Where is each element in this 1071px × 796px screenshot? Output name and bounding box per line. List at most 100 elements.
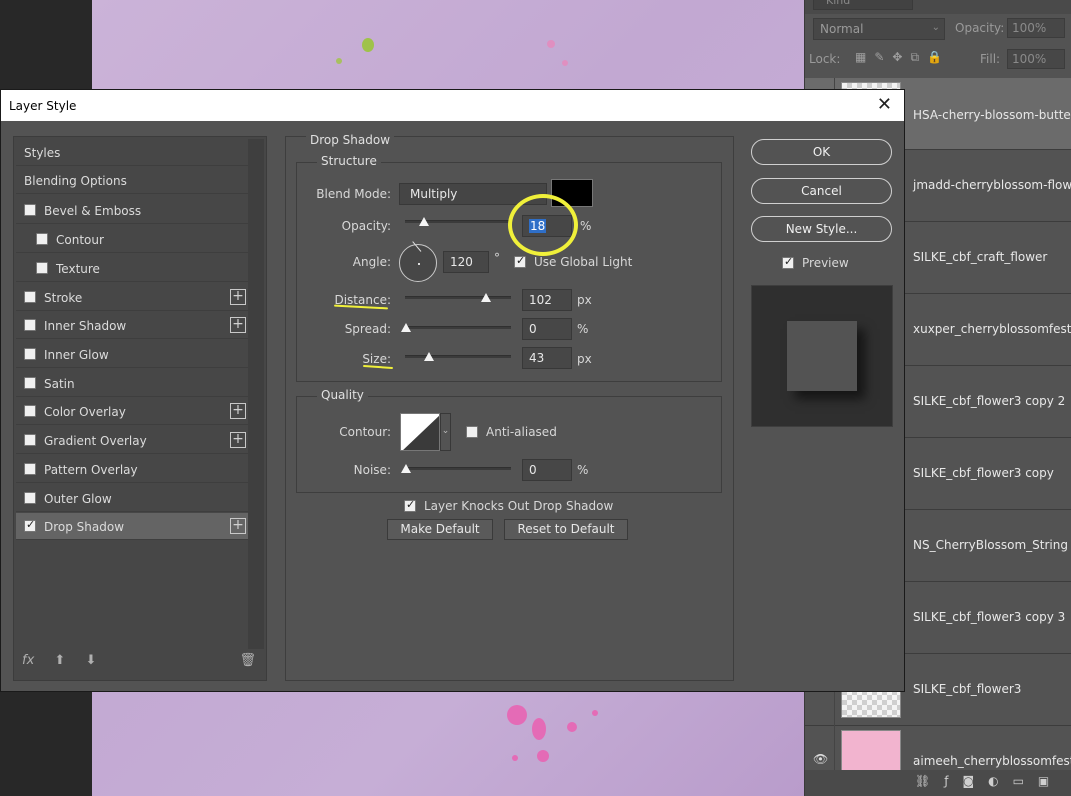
contour-label: Contour: (339, 425, 391, 439)
canvas-spot (512, 755, 518, 761)
layer-blend-mode-select[interactable]: Normal ⌄ (813, 18, 945, 40)
eye-icon[interactable]: 👁 (813, 752, 828, 766)
style-item-texture[interactable]: Texture (16, 255, 248, 282)
layers-action-icons[interactable]: ⛓ƒ◙◐▭▣ (915, 774, 1063, 788)
style-checkbox[interactable] (24, 348, 36, 360)
contour-thumbnail[interactable] (400, 413, 440, 451)
style-item-gradient-overlay[interactable]: Gradient Overlay + (16, 427, 248, 454)
distance-field[interactable]: 102 (522, 289, 572, 311)
lock-transparent-icon[interactable]: ▦ (855, 50, 874, 64)
canvas-spot (567, 722, 577, 732)
lock-icons[interactable]: ▦✎✥⧉🔒 (855, 50, 950, 65)
preview-checkbox[interactable] (782, 255, 794, 269)
style-checkbox[interactable] (24, 405, 36, 417)
style-checkbox[interactable] (24, 204, 36, 216)
style-checkbox[interactable] (24, 492, 36, 504)
fx-icon[interactable]: fx (22, 653, 34, 668)
style-item-satin[interactable]: Satin (16, 370, 248, 397)
layer-name: SILKE_cbf_flower3 (913, 682, 1022, 696)
style-checkbox[interactable] (24, 377, 36, 389)
opacity-slider[interactable] (405, 217, 511, 226)
quality-title: Quality (317, 388, 368, 402)
style-checkbox[interactable] (24, 463, 36, 475)
angle-dial[interactable] (399, 244, 437, 282)
style-checkbox[interactable] (24, 518, 36, 532)
style-item-drop-shadow[interactable]: Drop Shadow + (16, 513, 248, 540)
style-item-color-overlay[interactable]: Color Overlay + (16, 398, 248, 425)
style-item-outer-glow[interactable]: Outer Glow (16, 485, 248, 512)
trash-icon[interactable]: 🗑 (239, 653, 256, 668)
style-item-pattern-overlay[interactable]: Pattern Overlay (16, 456, 248, 483)
style-item-inner-glow[interactable]: Inner Glow (16, 341, 248, 368)
blend-mode-label: Blend Mode: (316, 187, 391, 201)
spread-slider-knob[interactable] (401, 323, 411, 332)
layer-name: SILKE_cbf_flower3 copy (913, 466, 1054, 480)
add-effect-icon[interactable]: + (230, 432, 246, 448)
layer-style-dialog: Layer Style ✕ Styles Blending Options Beve… (0, 89, 905, 692)
lock-paint-icon[interactable]: ✎ (874, 50, 892, 64)
layer-opacity-field[interactable]: 100% (1007, 18, 1065, 38)
canvas-spot (362, 38, 374, 52)
noise-slider[interactable] (401, 464, 511, 473)
styles-scrollbar[interactable] (248, 139, 264, 649)
add-effect-icon[interactable]: + (230, 403, 246, 419)
make-default-button[interactable]: Make Default (387, 519, 493, 540)
lock-all-icon[interactable]: 🔒 (927, 50, 950, 64)
noise-label: Noise: (353, 463, 391, 477)
angle-field[interactable]: 120 (443, 251, 489, 273)
add-effect-icon[interactable]: + (230, 317, 246, 333)
new-style-button[interactable]: New Style... (751, 216, 892, 242)
spread-field[interactable]: 0 (522, 318, 572, 340)
lock-label: Lock: (809, 52, 841, 66)
style-item-inner-shadow[interactable]: Inner Shadow + (16, 312, 248, 339)
opacity-label: Opacity: (341, 219, 391, 233)
spread-unit: % (577, 322, 589, 336)
layer-name: SILKE_cbf_craft_flower (913, 250, 1048, 264)
anti-aliased-checkbox[interactable] (466, 426, 478, 438)
global-light-checkbox[interactable] (514, 254, 526, 268)
style-item-blending-options[interactable]: Blending Options (16, 167, 248, 194)
opacity-slider-knob[interactable] (419, 217, 429, 226)
canvas-spot (336, 58, 342, 64)
size-field[interactable]: 43 (522, 347, 572, 369)
style-checkbox[interactable] (24, 434, 36, 446)
lock-artboard-icon[interactable]: ⧉ (910, 50, 927, 64)
layer-fill-field[interactable]: 100% (1007, 49, 1065, 69)
styles-list-panel: Styles Blending Options Bevel & Emboss Cont… (13, 136, 267, 681)
distance-slider[interactable] (405, 293, 511, 302)
add-effect-icon[interactable]: + (230, 289, 246, 305)
size-slider-knob[interactable] (424, 352, 434, 361)
size-slider[interactable] (405, 352, 511, 361)
ok-button[interactable]: OK (751, 139, 892, 165)
style-checkbox[interactable] (24, 291, 36, 303)
section-title: Drop Shadow (306, 133, 395, 147)
preview-swatch (787, 321, 857, 391)
move-down-icon[interactable]: ⬇ (85, 653, 96, 668)
noise-slider-knob[interactable] (401, 464, 411, 473)
cancel-button[interactable]: Cancel (751, 178, 892, 204)
style-checkbox[interactable] (36, 233, 48, 245)
layer-name: jmadd-cherryblossom-flowe (913, 178, 1071, 192)
annotation-circle (508, 194, 578, 256)
style-item-stroke[interactable]: Stroke + (16, 284, 248, 311)
lock-position-icon[interactable]: ✥ (892, 50, 910, 64)
filter-kind-select[interactable]: Kind (813, 0, 913, 10)
style-item-bevel-emboss[interactable]: Bevel & Emboss (16, 197, 248, 224)
knockout-checkbox[interactable] (404, 498, 416, 512)
noise-field[interactable]: 0 (522, 459, 572, 481)
canvas-spot (562, 60, 568, 66)
dialog-titlebar[interactable]: Layer Style ✕ (1, 90, 904, 121)
chevron-down-icon[interactable]: ⌄ (440, 413, 451, 451)
style-item-contour[interactable]: Contour (16, 226, 248, 253)
close-icon[interactable]: ✕ (877, 94, 892, 115)
style-checkbox[interactable] (24, 319, 36, 331)
style-item-styles[interactable]: Styles (16, 139, 248, 166)
reset-default-button[interactable]: Reset to Default (504, 519, 628, 540)
style-item-label: Inner Glow (44, 348, 109, 362)
move-up-icon[interactable]: ⬆ (54, 653, 65, 668)
add-effect-icon[interactable]: + (230, 518, 246, 534)
spread-slider[interactable] (401, 323, 511, 332)
style-checkbox[interactable] (36, 262, 48, 274)
distance-slider-knob[interactable] (481, 293, 491, 302)
fx-icon[interactable]: ƒ (944, 774, 962, 788)
